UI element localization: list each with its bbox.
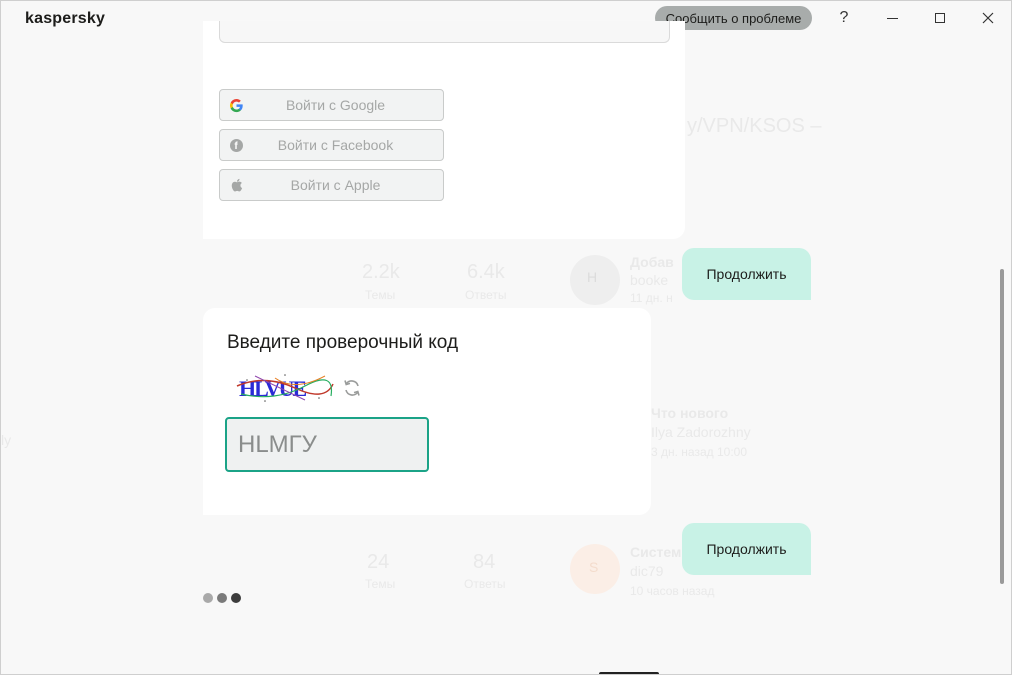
bg-post-title: Добав: [630, 254, 674, 270]
bg-side-text: ly: [1, 432, 12, 448]
app-window: kaspersky Сообщить о проблеме ? y/VPN/KS…: [0, 0, 1012, 675]
refresh-icon: [344, 380, 360, 396]
login-apple-label: Войти с Apple: [290, 177, 381, 193]
login-facebook-button[interactable]: f Войти с Facebook: [219, 129, 444, 161]
login-card: Войти с Google f Войти с Facebook Войти …: [203, 21, 685, 239]
bg-topics-label: Темы: [365, 288, 396, 302]
kaspersky-logo: kaspersky: [25, 10, 106, 27]
apple-icon: [228, 177, 244, 193]
login-apple-button[interactable]: Войти с Apple: [219, 169, 444, 201]
bg-replies-value: 6.4k: [467, 261, 505, 283]
bg-post-title: Что нового: [651, 405, 729, 421]
maximize-icon: [935, 13, 945, 23]
bg-replies-label: Ответы: [465, 288, 507, 302]
scrollbar-thumb[interactable]: [1000, 269, 1004, 584]
bg-replies-value: 84: [473, 551, 496, 573]
text-field[interactable]: [219, 21, 670, 43]
bg-topics-value: 24: [367, 551, 390, 573]
login-google-button[interactable]: Войти с Google: [219, 89, 444, 121]
pager-dot[interactable]: [217, 593, 227, 603]
bg-post-author: Ilya Zadorozhny: [651, 424, 751, 440]
bg-post-title: Систем: [630, 544, 682, 560]
minimize-button[interactable]: [878, 5, 906, 31]
help-button[interactable]: ?: [830, 5, 858, 31]
bg-topics-label: Темы: [365, 577, 396, 591]
captcha-input[interactable]: [225, 417, 429, 472]
login-facebook-label: Войти с Facebook: [277, 137, 394, 153]
close-button[interactable]: [974, 5, 1002, 31]
close-icon: [982, 12, 994, 24]
captcha-image: HLVUE: [235, 372, 335, 404]
facebook-icon: f: [228, 137, 244, 153]
bg-topics-value: 2.2k: [362, 261, 400, 283]
bg-avatar-letter: H: [587, 269, 598, 285]
bg-post-author: dic79: [630, 563, 664, 579]
captcha-card: Введите проверочный код HLVUE: [203, 308, 651, 515]
bg-post-author: booke: [630, 272, 669, 288]
captcha-title: Введите проверочный код: [227, 332, 459, 353]
continue-button[interactable]: Продолжить: [682, 248, 811, 300]
captcha-refresh-button[interactable]: [342, 378, 362, 398]
pager-dot[interactable]: [203, 593, 213, 603]
pager-dot-active[interactable]: [231, 593, 241, 603]
bg-post-time: 10 часов назад: [630, 584, 715, 598]
bg-post-time: 3 дн. назад 10:00: [651, 445, 748, 459]
continue-button[interactable]: Продолжить: [682, 523, 811, 575]
bg-post-time: 11 дн. н: [630, 291, 673, 305]
google-icon: [228, 97, 244, 113]
minimize-icon: [886, 17, 898, 19]
maximize-button[interactable]: [926, 5, 954, 31]
login-google-label: Войти с Google: [285, 97, 386, 113]
bg-feed-title: y/VPN/KSOS –: [687, 115, 822, 137]
bg-replies-label: Ответы: [464, 577, 506, 591]
bg-avatar-letter: S: [589, 559, 599, 575]
